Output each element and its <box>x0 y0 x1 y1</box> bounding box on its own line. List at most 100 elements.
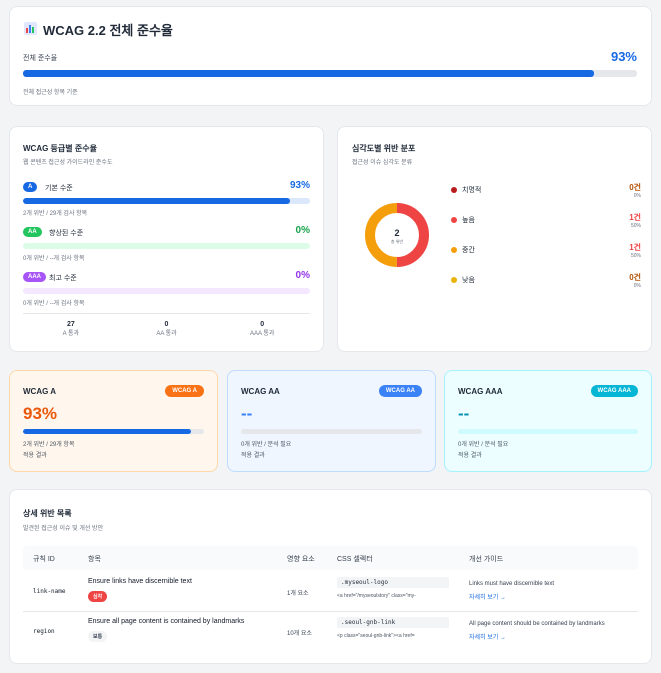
stat-label: AAA 통과 <box>249 331 275 337</box>
severity-badge: 보통 <box>88 631 108 642</box>
stat-value: 27 <box>66 321 75 328</box>
level-progress-bar <box>23 243 310 249</box>
stat-a: 27 A 통과 <box>23 321 119 341</box>
css-selector: .myseoul-logo <box>337 577 449 588</box>
level-label: 향상된 수준 <box>49 230 84 237</box>
levels-title: WCAG 등급별 준수율 <box>23 144 97 153</box>
details-link[interactable]: 자세히 보기 → <box>469 592 506 601</box>
wcag-card: WCAG A WCAG A 93% 2개 위반 / 29개 항목 적용 결과 <box>9 370 218 472</box>
severity-pct: 50% <box>630 253 641 259</box>
level-label: 최고 수준 <box>49 275 77 282</box>
details-card: 상세 위반 목록 발견된 접근성 이슈 및 개선 방안 규칙 ID 항목 영향 … <box>9 489 652 664</box>
wcag-card-title: WCAG A <box>23 387 57 396</box>
html-snippet: <a href="/myseoulstory" class="my- <box>337 593 416 599</box>
level-value: 93% <box>289 180 310 191</box>
severity-name: 낮음 <box>462 277 475 284</box>
severity-dot-icon <box>451 187 457 193</box>
wcag-card-caption: 적용 결과 <box>23 453 47 459</box>
guide-text: All page content should be contained by … <box>469 621 605 627</box>
column-header: 규칙 ID <box>33 556 55 563</box>
wcag-card-caption: 적용 결과 <box>458 453 482 459</box>
severity-row: 높음 1건 50% <box>448 213 641 234</box>
severity-row: 치명적 0건 0% <box>448 183 641 204</box>
overall-label: 전체 준수율 <box>23 55 58 62</box>
table-row: link-name Ensure links have discernible … <box>23 572 638 612</box>
column-header: 항목 <box>88 556 101 563</box>
level-row: A 기본 수준 93% 2개 위반 / 29개 검사 항목 <box>23 180 310 222</box>
severity-count: 1건 <box>629 213 641 222</box>
level-badge: AAA <box>23 272 46 282</box>
rule-description: Ensure all page content is contained by … <box>88 618 245 625</box>
rule-id: region <box>33 628 55 635</box>
rule-id: link-name <box>33 588 66 595</box>
stat-value: 0 <box>164 321 169 328</box>
level-badge: A <box>23 182 38 192</box>
details-subtitle: 발견된 접근성 이슈 및 개선 방안 <box>23 526 104 532</box>
selector-text: .seoul-gnb-link <box>341 619 396 626</box>
details-title: 상세 위반 목록 <box>23 509 72 518</box>
severity-pct: 50% <box>630 223 641 229</box>
severity-name: 높음 <box>462 217 475 224</box>
level-meta: 0개 위반 / --개 검사 항목 <box>23 256 85 262</box>
wcag-card-progress-bar <box>458 429 638 434</box>
wcag-card-meta: 2개 위반 / 29개 항목 <box>23 442 75 448</box>
table-header: 규칙 ID 항목 영향 요소 CSS 셀렉터 개선 가이드 <box>23 546 638 570</box>
html-snippet: <p class="seoul-gnb-link"><a href= <box>337 633 415 639</box>
table-row: region Ensure all page content is contai… <box>23 612 638 652</box>
guide-text: Links must have discernible text <box>469 581 555 587</box>
level-meta: 0개 위반 / --개 검사 항목 <box>23 301 85 307</box>
severity-dot-icon <box>451 217 457 223</box>
chart-icon <box>24 22 37 35</box>
severity-card: 심각도별 위반 분포 접근성 이슈 심각도 분류 2 총 위반 치명적 0건 0… <box>337 126 652 352</box>
wcag-card-value: -- <box>458 404 470 423</box>
level-value: 0% <box>295 225 310 236</box>
column-header: 영향 요소 <box>287 556 315 563</box>
donut-center-value: 2 <box>394 228 400 238</box>
overall-progress-bar <box>23 70 637 77</box>
details-link[interactable]: 자세히 보기 → <box>469 632 506 641</box>
severity-count: 0건 <box>629 183 641 192</box>
selector-text: .myseoul-logo <box>341 579 388 586</box>
level-progress-bar <box>23 288 310 294</box>
stat-value: 0 <box>260 321 265 328</box>
level-meta: 2개 위반 / 29개 검사 항목 <box>23 211 88 217</box>
severity-name: 치명적 <box>462 187 482 194</box>
overall-value: 93% <box>610 49 637 64</box>
level-progress-fill <box>23 198 290 204</box>
wcag-card-progress-fill <box>23 429 192 434</box>
levels-subtitle: 웹 콘텐츠 접근성 가이드라인 준수도 <box>23 160 113 166</box>
severity-title: 심각도별 위반 분포 <box>352 144 416 153</box>
wcag-card-title: WCAG AA <box>241 387 280 396</box>
level-row: AAA 최고 수준 0% 0개 위반 / --개 검사 항목 <box>23 270 310 312</box>
wcag-card-caption: 적용 결과 <box>241 453 265 459</box>
severity-row: 낮음 0건 0% <box>448 273 641 294</box>
wcag-card-value: 93% <box>23 404 58 423</box>
wcag-card: WCAG AAA WCAG AAA -- 0개 위반 / 분석 필요 적용 결과 <box>444 370 652 472</box>
stat-aa: 0 AA 통과 <box>119 321 215 341</box>
css-selector: .seoul-gnb-link <box>337 617 449 628</box>
impact-count: 10개 요소 <box>287 631 312 637</box>
level-badge: AA <box>23 227 42 237</box>
wcag-card-value: -- <box>241 404 253 423</box>
column-header: 개선 가이드 <box>469 556 504 563</box>
severity-badge: 심각 <box>88 591 108 602</box>
severity-pct: 0% <box>633 283 641 289</box>
wcag-card-meta: 0개 위반 / 분석 필요 <box>241 442 292 448</box>
wcag-card-tag: WCAG AAA <box>590 385 638 397</box>
overall-caption: 전체 접근성 항목 기준 <box>23 90 78 96</box>
stat-aaa: 0 AAA 통과 <box>214 321 310 341</box>
stat-label: AA 통과 <box>156 331 177 337</box>
overall-progress-fill <box>23 70 595 77</box>
rule-description: Ensure links have discernible text <box>88 578 192 585</box>
level-progress-bar <box>23 198 310 204</box>
severity-row: 중간 1건 50% <box>448 243 641 264</box>
column-header: CSS 셀렉터 <box>337 556 373 563</box>
donut-center-label: 총 위반 <box>390 239 404 244</box>
severity-count: 0건 <box>629 273 641 282</box>
severity-dot-icon <box>451 247 457 253</box>
level-label: 기본 수준 <box>45 185 73 192</box>
level-value: 0% <box>295 270 310 281</box>
wcag-card-tag: WCAG A <box>165 385 204 397</box>
level-row: AA 향상된 수준 0% 0개 위반 / --개 검사 항목 <box>23 225 310 267</box>
page-title: WCAG 2.2 전체 준수율 <box>43 23 173 38</box>
